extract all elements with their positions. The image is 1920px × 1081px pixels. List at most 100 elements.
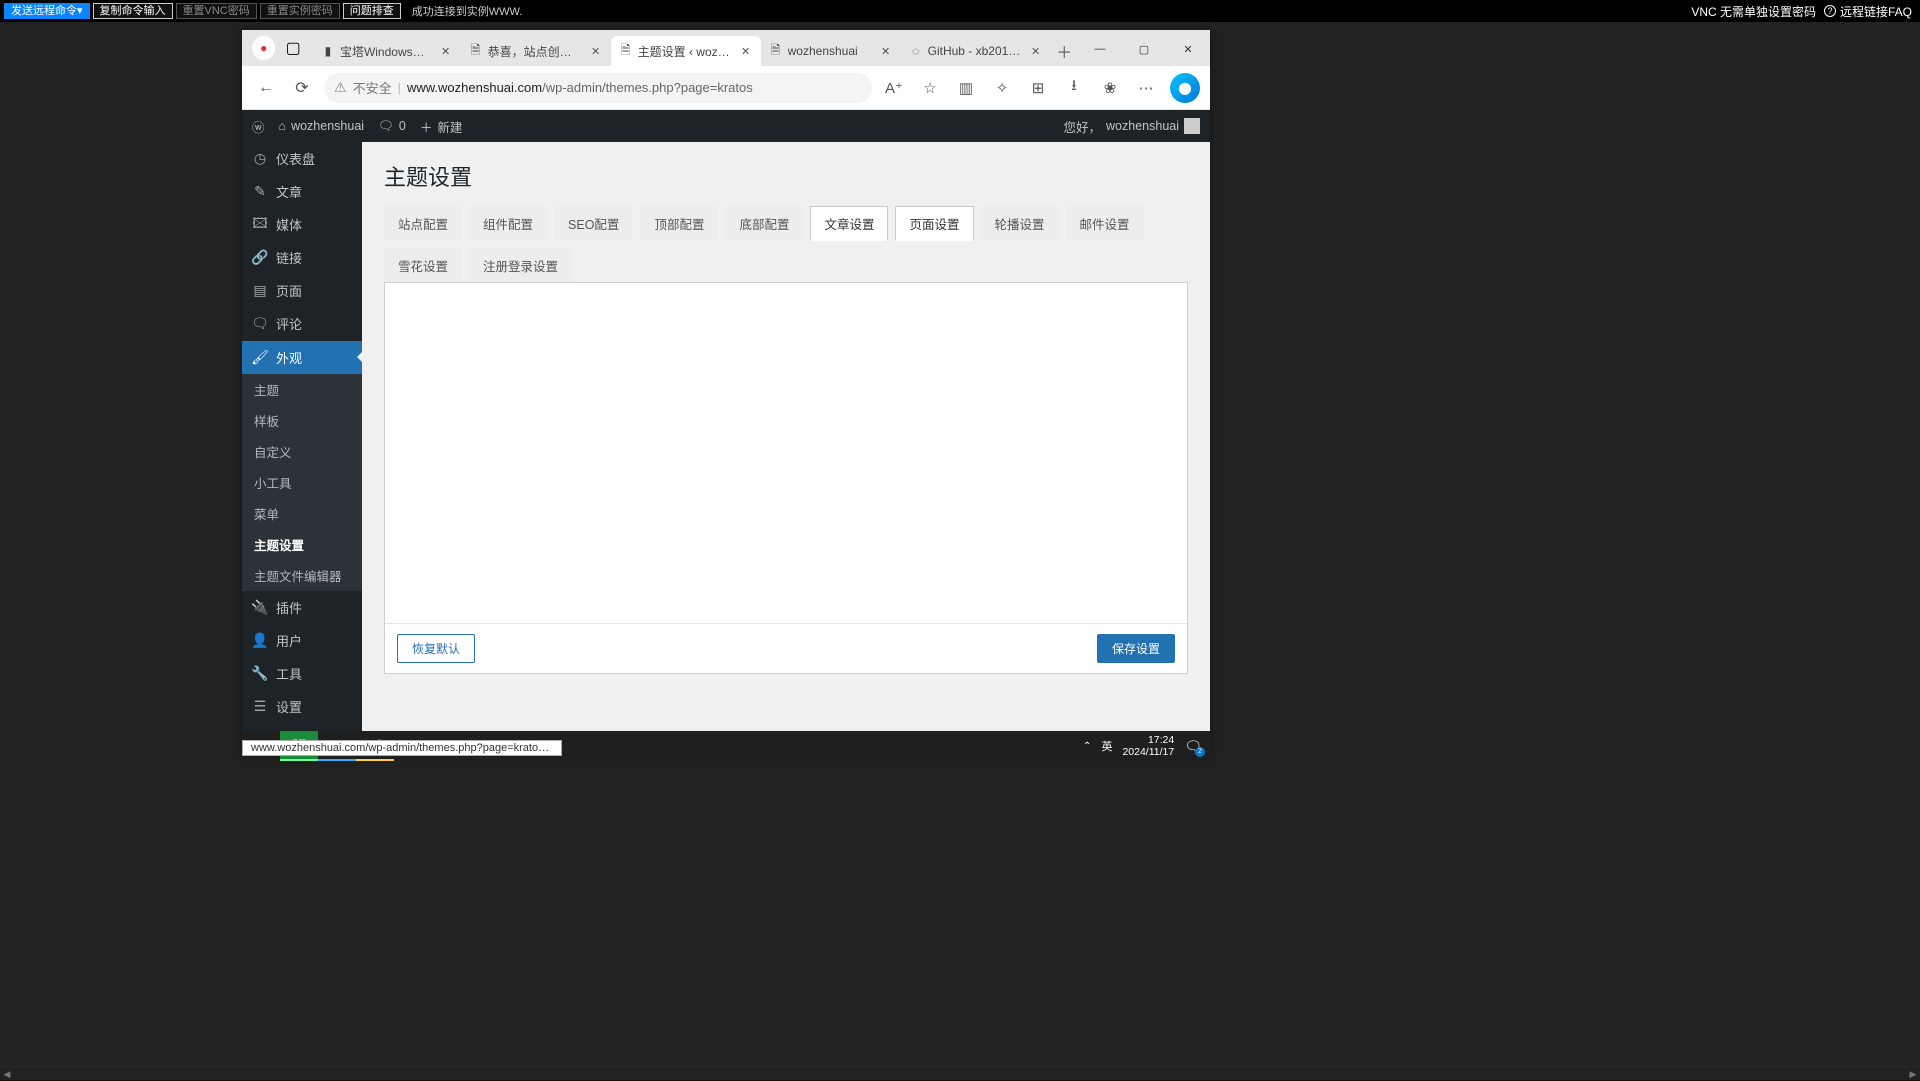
url-text: www.wozhenshuai.com/wp-admin/themes.php?… bbox=[407, 80, 753, 95]
page-favicon-icon: 🗎 bbox=[619, 44, 633, 58]
tab-title: 主题设置 ‹ wozhenshuai bbox=[638, 43, 734, 60]
favorites-bar-icon[interactable]: ✧ bbox=[988, 74, 1016, 102]
tray-chevron-icon[interactable]: ⌃ bbox=[1083, 741, 1091, 752]
vnc-reset-vnc-pwd-button[interactable]: 重置VNC密码 bbox=[176, 3, 257, 19]
tab-close-icon[interactable]: ✕ bbox=[439, 44, 453, 58]
menu-links[interactable]: 🔗链接 bbox=[242, 241, 362, 274]
submenu-themes[interactable]: 主题 bbox=[242, 374, 362, 405]
vnc-send-remote-button[interactable]: 发送远程命令▾ bbox=[4, 3, 90, 19]
tab-title: 恭喜，站点创建成功！ bbox=[488, 43, 584, 60]
adminbar-new[interactable]: ＋ 新建 bbox=[420, 117, 463, 136]
window-minimize-button[interactable]: — bbox=[1078, 32, 1122, 66]
wp-admin-sidebar: ◷仪表盘 ✎文章 🖾媒体 🔗链接 ▤页面 🗨评论 🖌外观 主题 样板 自定义 小… bbox=[242, 142, 362, 756]
profile-icon[interactable]: ● bbox=[252, 36, 275, 60]
theme-tab-snow[interactable]: 雪花设置 bbox=[384, 248, 462, 283]
page-favicon-icon: 🗎 bbox=[769, 44, 783, 58]
menu-tools[interactable]: 🔧工具 bbox=[242, 657, 362, 690]
ime-indicator[interactable]: 英 bbox=[1101, 738, 1112, 754]
gauge-icon: ◷ bbox=[252, 151, 268, 167]
more-menu-icon[interactable]: ⋯ bbox=[1132, 74, 1160, 102]
horizontal-scrollbar[interactable] bbox=[0, 1066, 1920, 1080]
menu-comments[interactable]: 🗨评论 bbox=[242, 307, 362, 340]
downloads-icon[interactable]: ⭳ bbox=[1060, 74, 1088, 102]
tab-close-icon[interactable]: ✕ bbox=[739, 44, 753, 58]
sliders-icon: ☰ bbox=[252, 698, 268, 714]
insecure-label: 不安全 bbox=[353, 78, 392, 97]
comment-icon: 🗨 bbox=[378, 119, 394, 134]
adminbar-site-link[interactable]: ⌂ wozhenshuai bbox=[279, 119, 365, 133]
menu-users[interactable]: 👤用户 bbox=[242, 624, 362, 657]
submenu-theme-editor[interactable]: 主题文件编辑器 bbox=[242, 560, 362, 591]
menu-pages[interactable]: ▤页面 bbox=[242, 274, 362, 307]
window-close-button[interactable]: ✕ bbox=[1166, 32, 1210, 66]
theme-tab-mail[interactable]: 邮件设置 bbox=[1066, 206, 1144, 241]
menu-dashboard[interactable]: ◷仪表盘 bbox=[242, 142, 362, 175]
vnc-reset-inst-pwd-button[interactable]: 重置实例密码 bbox=[260, 3, 340, 19]
theme-tab-top[interactable]: 顶部配置 bbox=[640, 206, 718, 241]
vnc-notice-text: VNC 无需单独设置密码 bbox=[1691, 3, 1816, 20]
menu-plugins[interactable]: 🔌插件 bbox=[242, 591, 362, 624]
plus-icon: ＋ bbox=[420, 117, 433, 136]
tab-close-icon[interactable]: ✕ bbox=[1029, 44, 1043, 58]
extensions-icon[interactable]: ❀ bbox=[1096, 74, 1124, 102]
theme-tab-seo[interactable]: SEO配置 bbox=[554, 206, 633, 241]
menu-media[interactable]: 🖾媒体 bbox=[242, 208, 362, 241]
window-maximize-button[interactable]: ▢ bbox=[1122, 32, 1166, 66]
menu-posts[interactable]: ✎文章 bbox=[242, 175, 362, 208]
comments-count: 0 bbox=[399, 119, 406, 133]
url-bar[interactable]: ⚠ 不安全 | www.wozhenshuai.com/wp-admin/the… bbox=[324, 73, 872, 103]
tab-close-icon[interactable]: ✕ bbox=[879, 44, 893, 58]
browser-tab[interactable]: 🗎 wozhenshuai ✕ bbox=[761, 36, 901, 66]
submenu-patterns[interactable]: 样板 bbox=[242, 405, 362, 436]
theme-tab-components[interactable]: 组件配置 bbox=[469, 206, 547, 241]
theme-tab-page[interactable]: 页面设置 bbox=[895, 206, 973, 241]
theme-tab-site[interactable]: 站点配置 bbox=[384, 206, 462, 241]
back-icon[interactable]: ← bbox=[252, 74, 280, 102]
submenu-theme-settings[interactable]: 主题设置 bbox=[242, 529, 362, 560]
submenu-menus[interactable]: 菜单 bbox=[242, 498, 362, 529]
media-icon: 🖾 bbox=[252, 217, 268, 233]
submenu-widgets[interactable]: 小工具 bbox=[242, 467, 362, 498]
submenu-customize[interactable]: 自定义 bbox=[242, 436, 362, 467]
tab-close-icon[interactable]: ✕ bbox=[589, 44, 603, 58]
browser-tab[interactable]: 🗎 主题设置 ‹ wozhenshuai ✕ bbox=[611, 36, 761, 66]
menu-appearance[interactable]: 🖌外观 bbox=[242, 341, 362, 374]
greeting-user: wozhenshuai bbox=[1106, 119, 1179, 133]
tab-actions-icon[interactable]: ▢ bbox=[281, 36, 304, 60]
vnc-status-message: 成功连接到实例WWW. bbox=[412, 3, 523, 19]
user-icon: 👤 bbox=[252, 632, 268, 648]
adminbar-my-account[interactable]: 您好，wozhenshuai bbox=[1064, 117, 1200, 136]
refresh-icon[interactable]: ⟳ bbox=[288, 74, 316, 102]
new-tab-button[interactable]: ＋ bbox=[1051, 36, 1078, 66]
taskbar-clock[interactable]: 17:24 2024/11/17 bbox=[1122, 734, 1174, 758]
split-screen-icon[interactable]: ▥ bbox=[952, 74, 980, 102]
brush-icon: 🖌 bbox=[252, 349, 268, 365]
theme-tab-bottom[interactable]: 底部配置 bbox=[725, 206, 803, 241]
save-settings-button[interactable]: 保存设置 bbox=[1097, 634, 1175, 663]
wordpress-admin: ⓦ ⌂ wozhenshuai 🗨 0 ＋ 新建 您好，wozhenshuai bbox=[242, 110, 1210, 756]
bt-favicon-icon: ▮ bbox=[321, 44, 335, 58]
theme-tab-register[interactable]: 注册登录设置 bbox=[469, 248, 572, 283]
theme-tab-carousel[interactable]: 轮播设置 bbox=[981, 206, 1059, 241]
theme-settings-panel: 恢复默认 保存设置 bbox=[384, 282, 1188, 674]
home-icon: ⌂ bbox=[279, 119, 287, 133]
vnc-troubleshoot-button[interactable]: 问题排查 bbox=[343, 3, 401, 19]
favorite-star-icon[interactable]: ☆ bbox=[916, 74, 944, 102]
theme-tab-post[interactable]: 文章设置 bbox=[810, 206, 888, 241]
browser-tab[interactable]: ▮ 宝塔Windows面板 ✕ bbox=[313, 36, 461, 66]
vnc-faq-link[interactable]: 远程链接FAQ bbox=[1840, 3, 1912, 20]
copilot-icon[interactable]: ⬤ bbox=[1170, 73, 1200, 103]
browser-tab[interactable]: ◌ GitHub - xb2016/kratos-p ✕ bbox=[901, 36, 1051, 66]
restore-defaults-button[interactable]: 恢复默认 bbox=[397, 634, 475, 663]
read-aloud-icon[interactable]: A⁺ bbox=[880, 74, 908, 102]
tab-title: wozhenshuai bbox=[788, 44, 874, 58]
menu-settings[interactable]: ☰设置 bbox=[242, 690, 362, 723]
adminbar-comments[interactable]: 🗨 0 bbox=[378, 119, 406, 134]
collections-icon[interactable]: ⊞ bbox=[1024, 74, 1052, 102]
browser-tab[interactable]: 🗎 恭喜，站点创建成功！ ✕ bbox=[461, 36, 611, 66]
vnc-copy-input-button[interactable]: 复制命令输入 bbox=[93, 3, 173, 19]
help-icon: ? bbox=[1824, 5, 1836, 17]
notifications-icon[interactable]: 🗨2 bbox=[1184, 738, 1202, 755]
wp-logo-icon[interactable]: ⓦ bbox=[252, 117, 265, 136]
theme-settings-tabs: 站点配置 组件配置 SEO配置 顶部配置 底部配置 文章设置 页面设置 轮播设置… bbox=[384, 206, 1188, 283]
